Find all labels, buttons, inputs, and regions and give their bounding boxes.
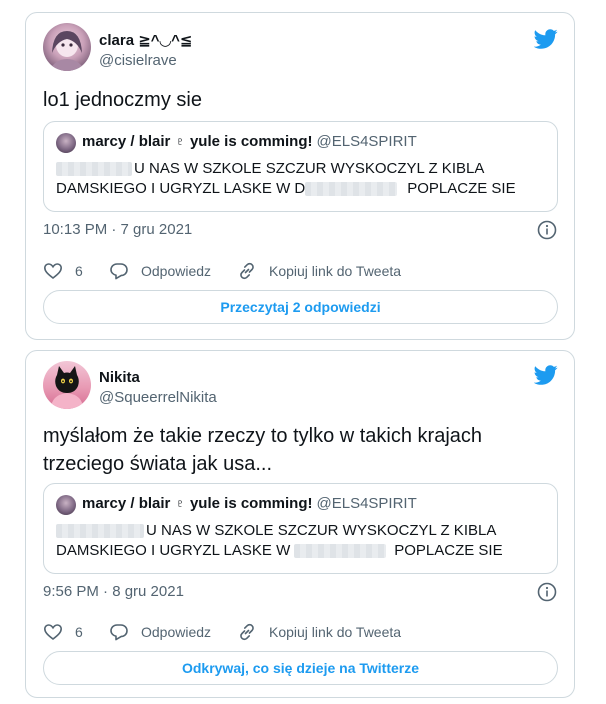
- avatar[interactable]: [43, 23, 91, 71]
- reply-label: Odpowiedz: [141, 263, 212, 279]
- quoted-author: marcy / blair ♇ yule is comming! @ELS4SPI…: [82, 132, 417, 152]
- reply-label: Odpowiedz: [141, 624, 212, 640]
- quoted-text: POPLACZE SIE: [394, 542, 503, 559]
- redacted-blur: [56, 162, 132, 177]
- redacted-blur: [294, 544, 387, 559]
- copy-link-button[interactable]: Kopiuj link do Tweeta: [237, 620, 401, 644]
- quoted-text-line: U NAS W SZKOLE SZCZUR WYSKOCZYL Z KIBLA: [56, 521, 496, 541]
- copy-link-label: Kopiuj link do Tweeta: [269, 263, 402, 279]
- copy-link-button[interactable]: Kopiuj link do Tweeta: [237, 259, 401, 283]
- quoted-text: U NAS W SZKOLE SZCZUR WYSKOCZYL Z KIBLA: [134, 160, 485, 177]
- reply-bubble-icon: [110, 624, 128, 641]
- reply-button[interactable]: Odpowiedz: [109, 620, 211, 644]
- avatar: [56, 495, 76, 515]
- tweet-text: myślałom że takie rzeczy to tylko w taki…: [43, 422, 557, 478]
- like-count: 6: [75, 624, 83, 640]
- quoted-text-line: DAMSKIEGO I UGRYZL LASKE W D POPLACZE SIE: [56, 179, 516, 199]
- tweet-actions: 6 Odpowiedz Kopiuj link do Tweeta: [43, 620, 557, 644]
- reply-bubble-icon: [110, 263, 128, 280]
- read-replies-button[interactable]: Przeczytaj 2 odpowiedzi: [43, 290, 558, 324]
- avatar[interactable]: [43, 361, 91, 409]
- quoted-author-name: marcy / blair ♇ yule is comming!: [82, 133, 313, 150]
- quoted-text-line: U NAS W SZKOLE SZCZUR WYSKOCZYL Z KIBLA: [56, 159, 484, 179]
- quoted-text: U NAS W SZKOLE SZCZUR WYSKOCZYL Z KIBLA: [146, 522, 497, 539]
- like-button[interactable]: 6: [43, 620, 83, 644]
- like-count: 6: [75, 263, 83, 279]
- explore-twitter-button[interactable]: Odkrywaj, co się dzieje na Twitterze: [43, 651, 558, 685]
- heart-icon: [43, 624, 63, 641]
- quoted-author: marcy / blair ♇ yule is comming! @ELS4SPI…: [82, 494, 417, 514]
- avatar: [56, 133, 76, 153]
- tweet-text: lo1 jednoczmy sie: [43, 89, 202, 111]
- quoted-tweet[interactable]: marcy / blair ♇ yule is comming! @ELS4SPI…: [43, 121, 558, 212]
- quoted-text-line: DAMSKIEGO I UGRYZL LASKE W POPLACZE SIE: [56, 541, 503, 561]
- timestamp[interactable]: 10:13 PM · 7 gru 2021: [43, 220, 192, 240]
- quoted-author-handle: @ELS4SPIRIT: [316, 495, 417, 512]
- tweet-card: clara ≧^◡^≦ @cisielrave lo1 jednoczmy si…: [25, 12, 575, 340]
- user-handle[interactable]: @cisielrave: [99, 51, 177, 71]
- quoted-text: DAMSKIEGO I UGRYZL LASKE W: [56, 542, 291, 559]
- quoted-author-name: marcy / blair ♇ yule is comming!: [82, 495, 313, 512]
- like-button[interactable]: 6: [43, 259, 83, 283]
- redacted-blur: [56, 524, 144, 539]
- quoted-text: DAMSKIEGO I UGRYZL LASKE W D: [56, 180, 306, 197]
- redacted-blur: [305, 182, 398, 197]
- twitter-bird-icon[interactable]: [534, 27, 558, 51]
- info-icon[interactable]: [537, 220, 557, 240]
- tweet-card: Nikita @SqueerrelNikita myślałom że taki…: [25, 350, 575, 698]
- info-icon[interactable]: [537, 582, 557, 602]
- timestamp[interactable]: 9:56 PM · 8 gru 2021: [43, 582, 184, 602]
- copy-link-label: Kopiuj link do Tweeta: [269, 624, 402, 640]
- tweet-text-line: myślałom że takie rzeczy to tylko w taki…: [43, 425, 483, 447]
- heart-icon: [43, 263, 63, 280]
- display-name[interactable]: Nikita: [99, 368, 140, 388]
- tweet-text-line: trzeciego świata jak usa...: [43, 453, 272, 475]
- quoted-author-handle: @ELS4SPIRIT: [316, 133, 417, 150]
- quoted-tweet[interactable]: marcy / blair ♇ yule is comming! @ELS4SPI…: [43, 483, 558, 574]
- user-handle[interactable]: @SqueerrelNikita: [99, 388, 217, 408]
- twitter-bird-icon[interactable]: [534, 363, 558, 387]
- reply-button[interactable]: Odpowiedz: [109, 259, 211, 283]
- link-icon: [240, 623, 254, 641]
- display-name[interactable]: clara ≧^◡^≦: [99, 31, 192, 51]
- quoted-text: POPLACZE SIE: [407, 180, 516, 197]
- tweet-actions: 6 Odpowiedz Kopiuj link do Tweeta: [43, 259, 557, 283]
- link-icon: [240, 262, 254, 280]
